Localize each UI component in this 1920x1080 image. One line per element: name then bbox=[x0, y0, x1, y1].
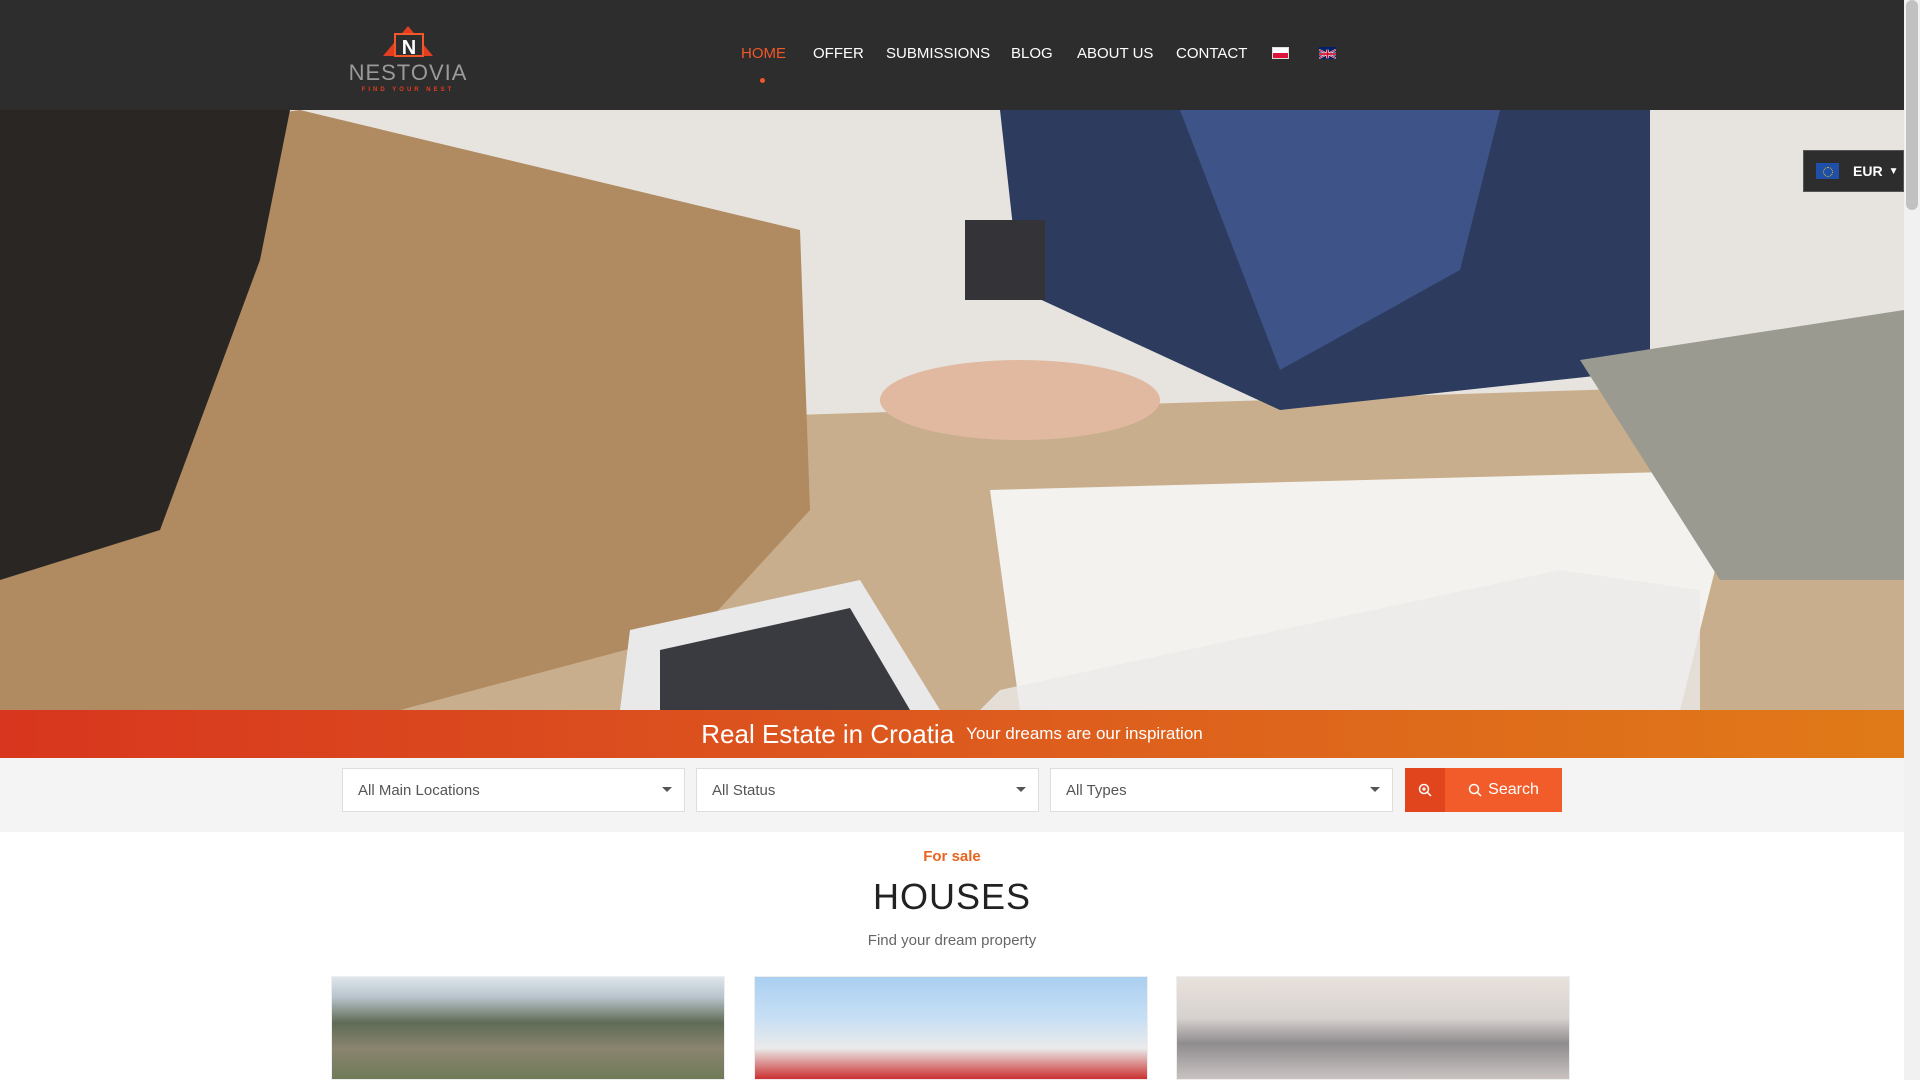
zoom-in-icon bbox=[1418, 783, 1432, 797]
eu-flag-icon bbox=[1816, 163, 1839, 179]
uk-flag-icon[interactable] bbox=[1319, 47, 1336, 59]
property-card-image[interactable] bbox=[1176, 976, 1570, 1080]
nav-offer[interactable]: OFFER bbox=[813, 45, 864, 62]
hero-banner: Real Estate in Croatia Your dreams are o… bbox=[0, 710, 1904, 758]
search-button[interactable]: Search bbox=[1445, 768, 1562, 812]
status-select-value: All Status bbox=[712, 781, 776, 799]
svg-text:N: N bbox=[402, 37, 416, 58]
nav-home[interactable]: HOME bbox=[741, 45, 786, 62]
caret-down-icon bbox=[1370, 787, 1380, 792]
status-select[interactable]: All Status bbox=[696, 768, 1039, 812]
section-kicker: For sale bbox=[923, 848, 981, 865]
currency-label: EUR bbox=[1853, 163, 1883, 179]
uk-flag-svg bbox=[1319, 48, 1336, 59]
location-select[interactable]: All Main Locations bbox=[342, 768, 685, 812]
site-header: N NESTOVIA FIND YOUR NEST HOME OFFER SUB… bbox=[0, 0, 1904, 110]
hero-image bbox=[0, 110, 1904, 710]
location-select-value: All Main Locations bbox=[358, 781, 480, 799]
banner-title: Real Estate in Croatia bbox=[701, 718, 955, 749]
nav-about-us[interactable]: ABOUT US bbox=[1077, 45, 1153, 62]
caret-down-icon bbox=[1016, 787, 1026, 792]
pl-flag-icon[interactable] bbox=[1272, 47, 1289, 59]
logo-text: NESTOVIA bbox=[348, 60, 468, 85]
active-nav-indicator bbox=[760, 78, 765, 83]
property-card-image[interactable] bbox=[331, 976, 725, 1080]
nav-blog[interactable]: BLOG bbox=[1011, 45, 1053, 62]
site-logo[interactable]: N NESTOVIA FIND YOUR NEST bbox=[338, 20, 478, 93]
advanced-search-button[interactable] bbox=[1405, 768, 1445, 812]
chevron-down-icon: ▼ bbox=[1888, 165, 1899, 177]
property-card-image[interactable] bbox=[754, 976, 1148, 1080]
search-icon bbox=[1468, 783, 1482, 797]
banner-subtitle: Your dreams are our inspiration bbox=[966, 724, 1203, 743]
logo-tagline: FIND YOUR NEST bbox=[361, 87, 455, 93]
nav-submissions[interactable]: SUBMISSIONS bbox=[886, 45, 990, 62]
type-select-value: All Types bbox=[1066, 781, 1127, 799]
scrollbar-thumb[interactable] bbox=[1906, 0, 1918, 210]
type-select[interactable]: All Types bbox=[1050, 768, 1393, 812]
section-subtitle: Find your dream property bbox=[867, 932, 1037, 949]
currency-selector[interactable]: EUR ▼ bbox=[1803, 150, 1904, 192]
caret-down-icon bbox=[662, 787, 672, 792]
section-title: HOUSES bbox=[872, 876, 1032, 917]
nav-contact[interactable]: CONTACT bbox=[1176, 45, 1247, 62]
hero-illustration bbox=[0, 110, 1904, 710]
logo-mark-icon: N bbox=[383, 26, 433, 58]
search-button-label: Search bbox=[1488, 781, 1539, 798]
search-bar: All Main Locations All Status All Types … bbox=[0, 758, 1904, 832]
